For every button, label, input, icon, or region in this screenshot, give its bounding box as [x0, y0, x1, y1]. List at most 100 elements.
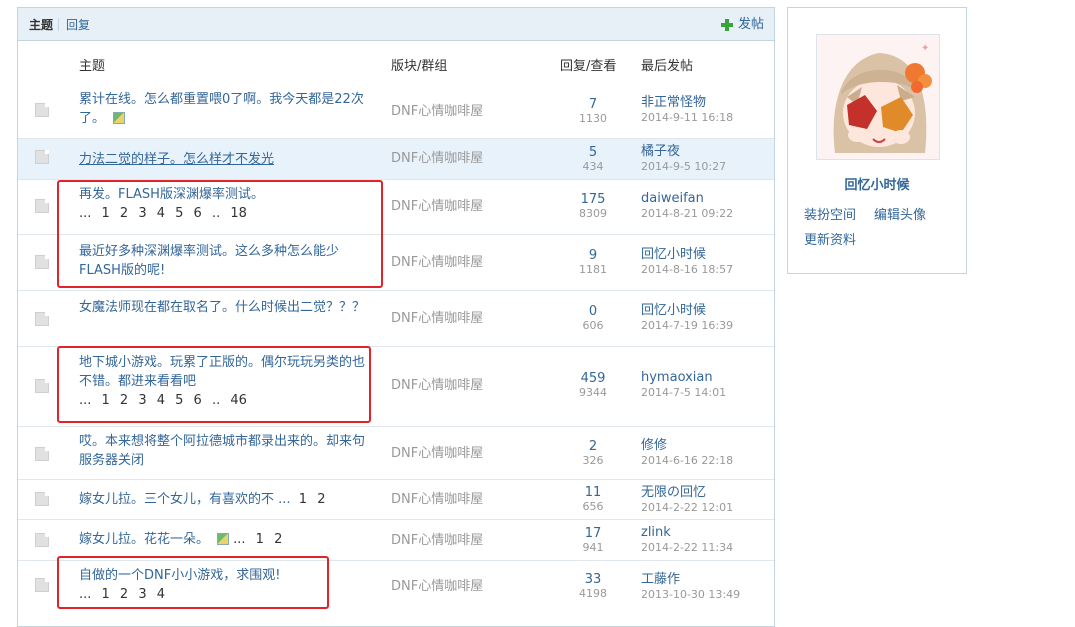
- edit-avatar-link[interactable]: 编辑头像: [874, 203, 926, 228]
- reply-count[interactable]: 33: [558, 572, 628, 587]
- view-count: 1130: [579, 112, 607, 125]
- plus-icon: [720, 18, 733, 31]
- thread-forum[interactable]: DNF心情咖啡屋: [391, 255, 483, 271]
- view-count: 1181: [579, 263, 607, 276]
- tabs-bar: 主题 回复 发帖: [18, 8, 774, 41]
- pagination[interactable]: 1 2: [299, 492, 326, 507]
- profile-card: ✦ 回忆小时候 装扮空间 编辑头像 更新资料: [787, 7, 967, 274]
- profile-username[interactable]: 回忆小时候: [788, 178, 966, 194]
- view-count: 4198: [579, 587, 607, 600]
- thread-forum[interactable]: DNF心情咖啡屋: [391, 378, 483, 394]
- view-count: 656: [582, 500, 604, 513]
- last-post-user[interactable]: 回忆小时候: [641, 303, 733, 319]
- thread-stats: 7 1130: [558, 97, 628, 125]
- thread-title[interactable]: 力法二觉的样子。怎么样才不发光: [79, 150, 375, 169]
- last-post-user[interactable]: zlink: [641, 525, 733, 541]
- pagination[interactable]: ... 1 2 3 4 5 6 .. 46: [79, 391, 375, 410]
- thread-stats: 33 4198: [558, 572, 628, 600]
- reply-count[interactable]: 2: [558, 439, 628, 454]
- thread-forum[interactable]: DNF心情咖啡屋: [391, 492, 483, 508]
- last-post: 回忆小时候 2014-8-16 18:57: [641, 247, 733, 276]
- reply-count[interactable]: 5: [558, 145, 628, 160]
- last-post: 橘子夜 2014-9-5 10:27: [641, 144, 726, 173]
- reply-count[interactable]: 0: [558, 304, 628, 319]
- last-post-time[interactable]: 2013-10-30 13:49: [641, 588, 740, 601]
- reply-count[interactable]: 175: [558, 192, 628, 207]
- table-row: 嫁女儿拉。花花一朵。 ... 1 2 DNF心情咖啡屋 17 941 zlink…: [18, 520, 774, 561]
- view-count: 606: [582, 319, 604, 332]
- last-post-time[interactable]: 2014-7-5 14:01: [641, 386, 726, 399]
- last-post-time[interactable]: 2014-9-11 16:18: [641, 111, 733, 124]
- thread-forum[interactable]: DNF心情咖啡屋: [391, 446, 483, 462]
- thread-title: 自做的一个DNF小小游戏，求围观! ... 1 2 3 4: [79, 566, 375, 604]
- table-row: 哎。本来想将整个阿拉德城市都录出来的。却来句服务器关闭 DNF心情咖啡屋 2 3…: [18, 427, 774, 480]
- thread-title-text[interactable]: 地下城小游戏。玩累了正版的。偶尔玩玩另类的也不错。都进来看看吧: [79, 353, 375, 391]
- pagination[interactable]: ... 1 2 3 4: [79, 585, 375, 604]
- reply-count[interactable]: 17: [558, 526, 628, 541]
- pagination[interactable]: ... 1 2: [233, 532, 282, 547]
- last-post-user[interactable]: 工藤作: [641, 572, 740, 588]
- last-post: 工藤作 2013-10-30 13:49: [641, 572, 740, 601]
- last-post-time[interactable]: 2014-9-5 10:27: [641, 160, 726, 173]
- column-header: 主题 版块/群组 回复/查看 最后发帖: [18, 41, 774, 86]
- thread-forum[interactable]: DNF心情咖啡屋: [391, 533, 483, 549]
- thread-forum[interactable]: DNF心情咖啡屋: [391, 151, 483, 167]
- thread-stats: 0 606: [558, 304, 628, 332]
- last-post: daiweifan 2014-8-21 09:22: [641, 191, 733, 220]
- thread-title[interactable]: 累计在线。怎么都重置喂0了啊。我今天都是22次了。: [79, 90, 375, 128]
- thread-forum[interactable]: DNF心情咖啡屋: [391, 199, 483, 215]
- reply-count[interactable]: 9: [558, 248, 628, 263]
- reply-count[interactable]: 459: [558, 371, 628, 386]
- table-row: 最近好多种深渊爆率测试。这么多种怎么能少FLASH版的呢! DNF心情咖啡屋 9…: [18, 235, 774, 291]
- reply-count[interactable]: 7: [558, 97, 628, 112]
- thread-forum[interactable]: DNF心情咖啡屋: [391, 579, 483, 595]
- thread-icon: [35, 255, 49, 269]
- last-post-user[interactable]: daiweifan: [641, 191, 733, 207]
- thread-title: 嫁女儿拉。花花一朵。 ... 1 2: [79, 530, 375, 549]
- pagination[interactable]: ... 1 2 3 4 5 6 .. 18: [79, 204, 375, 223]
- thread-title-text[interactable]: 嫁女儿拉。三个女儿，有喜欢的不 ...: [79, 492, 291, 507]
- table-row: 女魔法师现在都在取名了。什么时候出二觉？？？ DNF心情咖啡屋 0 606 回忆…: [18, 291, 774, 347]
- thread-title: 嫁女儿拉。三个女儿，有喜欢的不 ... 1 2: [79, 490, 375, 509]
- thread-forum[interactable]: DNF心情咖啡屋: [391, 311, 483, 327]
- thread-title[interactable]: 女魔法师现在都在取名了。什么时候出二觉？？？: [79, 298, 375, 317]
- last-post-time[interactable]: 2014-8-21 09:22: [641, 207, 733, 220]
- last-post-user[interactable]: 修修: [641, 438, 733, 454]
- thread-title-text[interactable]: 嫁女儿拉。花花一朵。: [79, 532, 209, 547]
- last-post-time[interactable]: 2014-6-16 22:18: [641, 454, 733, 467]
- table-row: 地下城小游戏。玩累了正版的。偶尔玩玩另类的也不错。都进来看看吧 ... 1 2 …: [18, 347, 774, 427]
- last-post-user[interactable]: hymaoxian: [641, 370, 726, 386]
- last-post-user[interactable]: 无限の回忆: [641, 485, 733, 501]
- thread-icon: [35, 492, 49, 506]
- reply-count[interactable]: 11: [558, 485, 628, 500]
- table-row: 力法二觉的样子。怎么样才不发光 DNF心情咖啡屋 5 434 橘子夜 2014-…: [18, 139, 774, 180]
- last-post: 修修 2014-6-16 22:18: [641, 438, 733, 467]
- view-count: 326: [582, 454, 604, 467]
- tab-replies[interactable]: 回复: [66, 17, 90, 33]
- last-post-time[interactable]: 2014-7-19 16:39: [641, 319, 733, 332]
- thread-stats: 11 656: [558, 485, 628, 513]
- thread-title-text[interactable]: 自做的一个DNF小小游戏，求围观!: [79, 566, 375, 585]
- column-last-post: 最后发帖: [641, 59, 694, 74]
- avatar-illustration: ✦: [817, 35, 939, 159]
- thread-icon: [35, 578, 49, 592]
- dress-up-space-link[interactable]: 装扮空间: [804, 203, 856, 228]
- last-post-user[interactable]: 橘子夜: [641, 144, 726, 160]
- thread-forum[interactable]: DNF心情咖啡屋: [391, 104, 483, 120]
- thread-title-text[interactable]: 再发。FLASH版深渊爆率测试。: [79, 185, 375, 204]
- update-profile-link[interactable]: 更新资料: [804, 228, 856, 253]
- thread-stats: 175 8309: [558, 192, 628, 220]
- tab-topics[interactable]: 主题: [29, 17, 53, 33]
- thread-icon: [35, 312, 49, 326]
- thread-icon: [35, 379, 49, 393]
- avatar[interactable]: ✦: [816, 34, 940, 160]
- last-post-time[interactable]: 2014-8-16 18:57: [641, 263, 733, 276]
- new-post-button[interactable]: 发帖: [720, 16, 764, 33]
- last-post-time[interactable]: 2014-2-22 12:01: [641, 501, 733, 514]
- last-post-user[interactable]: 回忆小时候: [641, 247, 733, 263]
- last-post-user[interactable]: 非正常怪物: [641, 95, 733, 111]
- thread-stats: 17 941: [558, 526, 628, 554]
- thread-title[interactable]: 哎。本来想将整个阿拉德城市都录出来的。却来句服务器关闭: [79, 432, 375, 470]
- last-post-time[interactable]: 2014-2-22 11:34: [641, 541, 733, 554]
- thread-title[interactable]: 最近好多种深渊爆率测试。这么多种怎么能少FLASH版的呢!: [79, 242, 375, 280]
